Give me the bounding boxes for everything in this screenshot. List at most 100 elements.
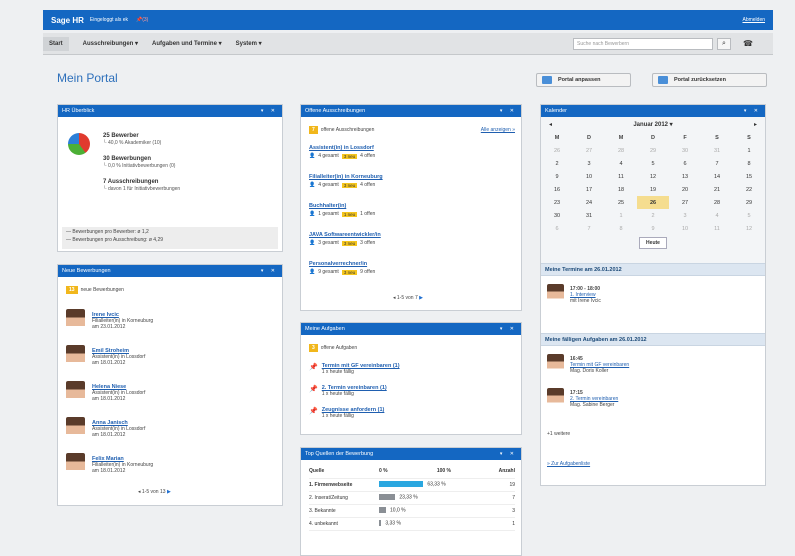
posting-title[interactable]: Filialleiter(in) in Korneuburg — [309, 174, 515, 180]
pinned-count[interactable]: 📌(3) — [136, 17, 148, 23]
panel-controls[interactable]: ▾ ✕ — [261, 108, 278, 114]
calendar-day[interactable]: 22 — [733, 183, 765, 196]
logout-link[interactable]: Abmelden — [742, 17, 765, 23]
calendar-day[interactable]: 27 — [573, 144, 605, 157]
col-anzahl: Anzahl — [479, 465, 515, 479]
sources-body: 1. Firmenwebseite 63,33 % 19 2. Inserat/Zei… — [309, 478, 515, 531]
calendar-day[interactable]: 6 — [541, 222, 573, 235]
calendar-day[interactable]: 6 — [669, 157, 701, 170]
next-month-icon[interactable]: ▸ — [754, 121, 757, 128]
calendar-day[interactable]: 19 — [637, 183, 669, 196]
prev-month-icon[interactable]: ◂ — [549, 121, 552, 128]
calendar-day[interactable]: 8 — [733, 157, 765, 170]
task-list: 📌 Termin mit GF vereinbaren (1) 1 x heute … — [309, 363, 515, 429]
calendar-day[interactable]: 4 — [605, 157, 637, 170]
applicant-info: Emil Stroheim Assistent(in) in Lossdorf am… — [92, 348, 145, 366]
posting-title[interactable]: Buchhalter(in) — [309, 203, 515, 209]
panel-controls[interactable]: ▾ ✕ — [261, 268, 278, 274]
due-task-link[interactable]: 2. Termin vereinbaren — [570, 396, 618, 402]
calendar-day[interactable]: 28 — [605, 144, 637, 157]
calendar-day[interactable]: 7 — [573, 222, 605, 235]
pager: ◂ 1-5 von 13 ▶ — [138, 489, 171, 495]
menu-start[interactable]: Start — [43, 36, 69, 51]
calendar-day[interactable]: 11 — [605, 170, 637, 183]
due-task-person: Mag. Sabine Berger — [570, 401, 615, 408]
calendar-day[interactable]: 21 — [701, 183, 733, 196]
calendar-day[interactable]: 1 — [733, 144, 765, 157]
calendar-day[interactable]: 10 — [669, 222, 701, 235]
menu-system[interactable]: System ▾ — [236, 40, 262, 47]
source-bar — [379, 481, 424, 488]
pager-prev-icon[interactable]: ◂ — [393, 295, 396, 301]
calendar-day[interactable]: 20 — [669, 183, 701, 196]
calendar-day[interactable]: 31 — [701, 144, 733, 157]
pin-icon: 📌 — [309, 364, 318, 371]
show-all-link[interactable]: Alle anzeigen » — [481, 127, 515, 133]
more-tasks-link[interactable]: +1 weitere — [547, 431, 570, 437]
calendar-day[interactable]: 27 — [669, 196, 701, 209]
calendar-day[interactable]: 28 — [701, 196, 733, 209]
person-icon: 👤 — [309, 182, 316, 188]
search-input[interactable]: Suche nach Bewerbern — [573, 38, 713, 50]
search-button[interactable]: ⌕ — [717, 38, 731, 50]
calendar-day[interactable]: 5 — [733, 209, 765, 222]
top-bar: Sage HR Eingeloggt als ek 📌(3) Abmelden — [43, 10, 773, 30]
panel-controls[interactable]: ▾ ✕ — [500, 451, 517, 457]
pager-next-icon[interactable]: ▶ — [167, 489, 171, 495]
reset-portal-button[interactable]: Portal zurücksetzen — [652, 73, 767, 87]
calendar-day[interactable]: 24 — [573, 196, 605, 209]
calendar-day[interactable]: 30 — [541, 209, 573, 222]
calendar-day[interactable]: 29 — [733, 196, 765, 209]
panel-controls[interactable]: ▾ ✕ — [500, 326, 517, 332]
menu-aufgaben-termine[interactable]: Aufgaben und Termine ▾ — [152, 40, 222, 47]
calendar-day[interactable]: 16 — [541, 183, 573, 196]
weekday-label: S — [747, 134, 751, 141]
panel-controls[interactable]: ▾ ✕ — [500, 108, 517, 114]
calendar-day[interactable]: 4 — [701, 209, 733, 222]
menu-ausschreibungen[interactable]: Ausschreibungen ▾ — [83, 40, 138, 47]
person-icon: 👤 — [309, 211, 316, 217]
month-select[interactable]: Januar 2012 ▾ — [633, 121, 672, 128]
calendar-day[interactable]: 3 — [573, 157, 605, 170]
calendar-day[interactable]: 13 — [669, 170, 701, 183]
calendar-day[interactable]: 17 — [573, 183, 605, 196]
calendar-day[interactable]: 12 — [637, 170, 669, 183]
calendar-day[interactable]: 2 — [637, 209, 669, 222]
calendar-day[interactable]: 9 — [637, 222, 669, 235]
posting-title[interactable]: JAVA Softwareentwickler/in — [309, 232, 515, 238]
calendar-day[interactable]: 30 — [669, 144, 701, 157]
calendar-day[interactable]: 1 — [605, 209, 637, 222]
calendar-day[interactable]: 12 — [733, 222, 765, 235]
calendar-day[interactable]: 11 — [701, 222, 733, 235]
calendar-day[interactable]: 25 — [605, 196, 637, 209]
calendar-day[interactable]: 5 — [637, 157, 669, 170]
due-task-link[interactable]: Termin mit GF vereinbaren — [570, 362, 629, 368]
avatar — [66, 381, 85, 405]
calendar-day[interactable]: 3 — [669, 209, 701, 222]
calendar-day[interactable]: 29 — [637, 144, 669, 157]
panel-controls[interactable]: ▾ ✕ — [744, 108, 761, 114]
calendar-day[interactable]: 10 — [573, 170, 605, 183]
calendar-day[interactable]: 26 — [637, 196, 669, 209]
pager-prev-icon[interactable]: ◂ — [138, 489, 141, 495]
calendar-day[interactable]: 18 — [605, 183, 637, 196]
calendar-day[interactable]: 26 — [541, 144, 573, 157]
calendar-day[interactable]: 23 — [541, 196, 573, 209]
calendar-day[interactable]: 8 — [605, 222, 637, 235]
customize-portal-button[interactable]: Portal anpassen — [536, 73, 631, 87]
calendar-day[interactable]: 31 — [573, 209, 605, 222]
posting-title[interactable]: Assistent(in) in Lossdorf — [309, 145, 515, 151]
today-button[interactable]: Heute — [639, 237, 667, 249]
calendar-day[interactable]: 7 — [701, 157, 733, 170]
calendar-day[interactable]: 2 — [541, 157, 573, 170]
task-item: 📌 Zeugnisse anfordern (1) 1 x heute fällig — [309, 407, 515, 429]
calendar-day[interactable]: 9 — [541, 170, 573, 183]
calendar-day[interactable]: 14 — [701, 170, 733, 183]
calendar-day[interactable]: 15 — [733, 170, 765, 183]
task-list-link[interactable]: » Zur Aufgabenliste — [547, 461, 590, 467]
stat-bewerbungen-sub-text: 0,0 % Initiativbewerbungen (0) — [107, 163, 176, 169]
posting-title[interactable]: Personalverrechner/in — [309, 261, 515, 267]
person-icon: 👤 — [309, 269, 316, 275]
pager-next-icon[interactable]: ▶ — [419, 295, 423, 301]
phonebook-icon[interactable]: ☎ — [741, 38, 755, 50]
